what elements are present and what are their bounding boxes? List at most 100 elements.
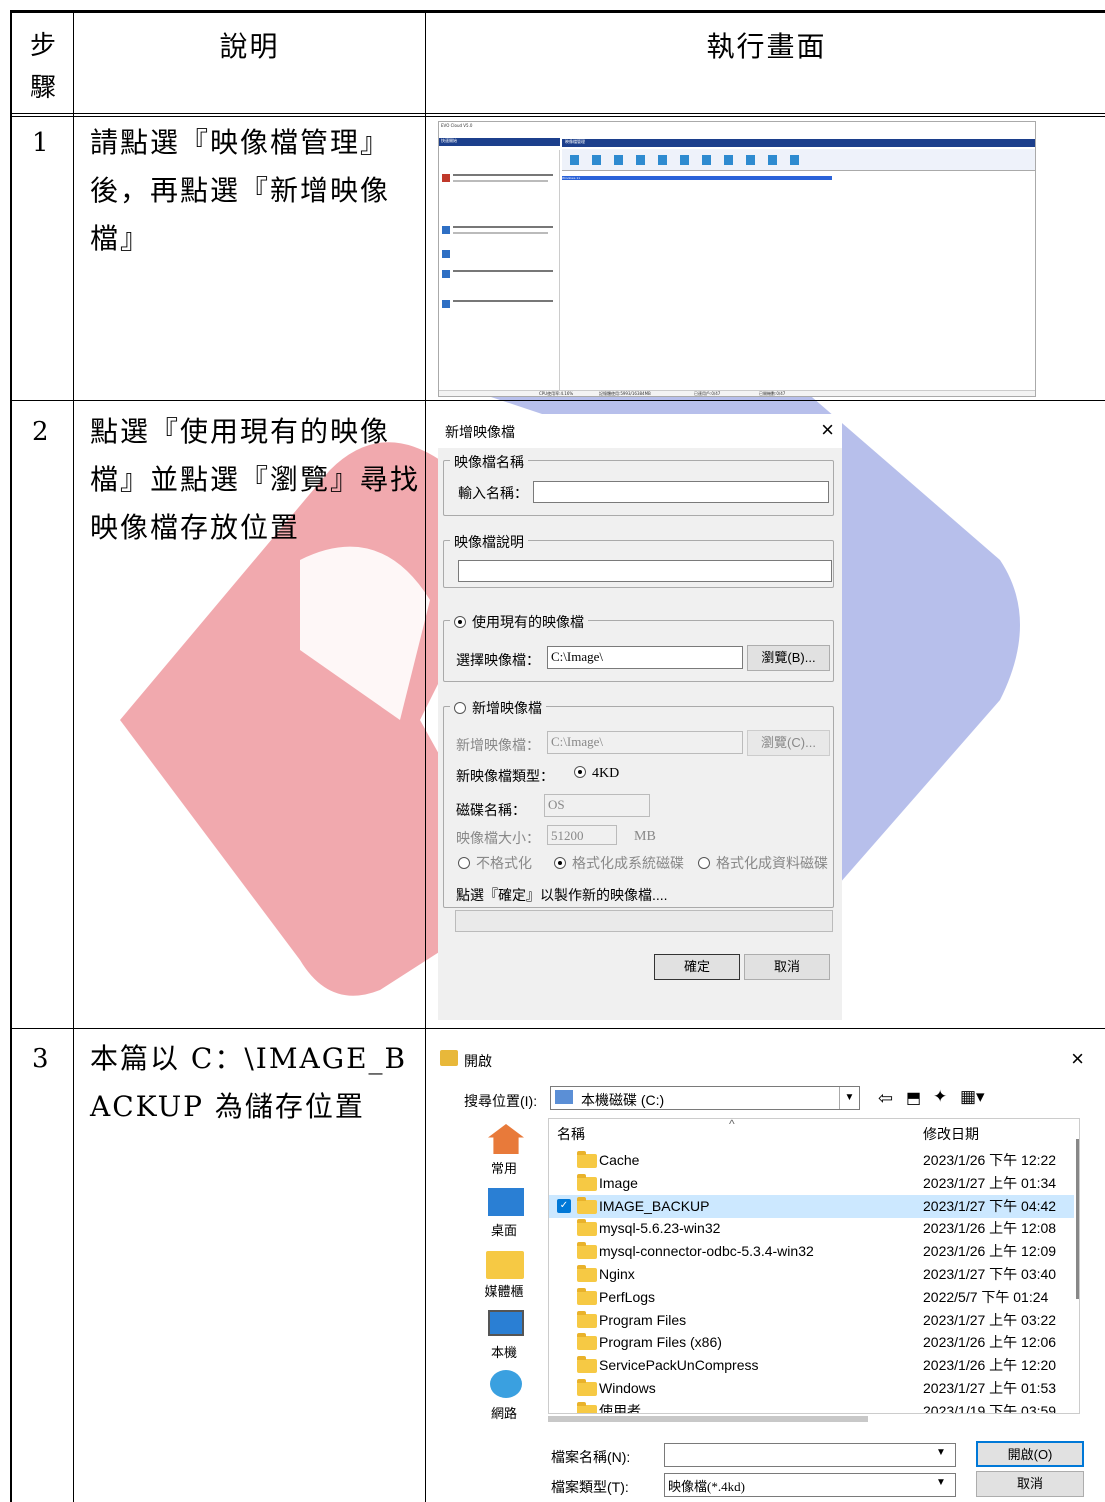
place-recent[interactable]: 常用 bbox=[464, 1158, 544, 1177]
drive-icon bbox=[555, 1090, 573, 1104]
file-date: 2023/1/27 上午 03:22 bbox=[923, 1311, 1057, 1328]
file-name: Image bbox=[599, 1174, 638, 1191]
file-row[interactable]: 使用者 2023/1/19 下午 03:59 bbox=[549, 1400, 1074, 1413]
open-button[interactable]: 開啟(O) bbox=[976, 1441, 1084, 1467]
file-name: Program Files (x86) bbox=[599, 1334, 722, 1351]
browse-c-button[interactable]: 瀏覽(C)... bbox=[747, 730, 830, 756]
horizontal-scrollbar[interactable] bbox=[548, 1416, 868, 1422]
file-list: 名稱 ^ 修改日期 Cache 2023/1/26 下午 12:22 Image 20… bbox=[548, 1118, 1080, 1414]
place-network[interactable]: 網路 bbox=[464, 1403, 544, 1422]
lookin-dropdown[interactable]: 本機磁碟 (C:) ▼ bbox=[550, 1086, 860, 1110]
browse-b-button[interactable]: 瀏覽(B)... bbox=[747, 645, 830, 671]
new-image-group: 新增映像檔 新增映像檔： C:\Image\ 瀏覽(C)... 新映像檔類型： … bbox=[443, 698, 834, 908]
file-row[interactable]: PerfLogs 2022/5/7 下午 01:24 bbox=[549, 1286, 1074, 1309]
desc-group: 映像檔說明 bbox=[443, 532, 834, 588]
file-date: 2023/1/27 下午 03:40 bbox=[923, 1266, 1057, 1282]
selected-image-row[interactable]: Windows 11 bbox=[562, 176, 832, 180]
computer-icon bbox=[488, 1310, 524, 1336]
file-row[interactable]: Image 2023/1/27 上午 01:34 bbox=[549, 1172, 1074, 1195]
file-name: mysql-connector-odbc-5.3.4-win32 bbox=[599, 1243, 814, 1260]
column-divider bbox=[425, 13, 426, 1502]
folder-icon bbox=[577, 1401, 597, 1413]
close-icon[interactable]: × bbox=[821, 417, 834, 443]
up-folder-icon[interactable]: ⬒ bbox=[906, 1088, 921, 1108]
folder-icon bbox=[577, 1265, 597, 1282]
file-name: ServicePackUnCompress bbox=[599, 1357, 759, 1374]
file-row[interactable]: ServicePackUnCompress 2023/1/26 上午 12:20 bbox=[549, 1354, 1074, 1377]
network-icon bbox=[490, 1370, 522, 1398]
name-input[interactable] bbox=[533, 481, 829, 503]
close-icon[interactable]: × bbox=[1071, 1046, 1084, 1072]
chevron-down-icon[interactable]: ▼ bbox=[936, 1447, 946, 1458]
new-folder-icon[interactable]: ✦ bbox=[933, 1087, 947, 1107]
file-row[interactable]: mysql-5.6.23-win32 2023/1/26 上午 12:08 bbox=[549, 1217, 1074, 1240]
file-date: 2023/1/27 上午 01:34 bbox=[923, 1174, 1057, 1191]
radio-empty-icon bbox=[454, 702, 466, 714]
name-group: 映像檔名稱 輸入名稱： bbox=[443, 452, 834, 516]
file-row[interactable]: ✓ IMAGE_BACKUP 2023/1/27 下午 04:42 bbox=[549, 1194, 1074, 1218]
new-path-input[interactable]: C:\Image\ bbox=[547, 731, 743, 754]
back-icon[interactable]: ⇦ bbox=[878, 1088, 893, 1109]
radio-empty-icon bbox=[698, 857, 710, 869]
fmt-sys-radio[interactable]: 格式化成系統磁碟 bbox=[554, 853, 684, 873]
filetype-label: 檔案類型(T): bbox=[551, 1479, 629, 1495]
place-libraries[interactable]: 媒體櫃 bbox=[464, 1281, 544, 1300]
desc-input[interactable] bbox=[458, 560, 832, 582]
size-unit: MB bbox=[634, 829, 656, 844]
cancel-button[interactable]: 取消 bbox=[744, 954, 830, 980]
folder-icon bbox=[577, 1356, 597, 1374]
disk-label: 磁碟名稱： bbox=[456, 802, 526, 818]
place-desktop[interactable]: 桌面 bbox=[464, 1220, 544, 1239]
scrollbar[interactable] bbox=[1076, 1139, 1079, 1299]
file-row[interactable]: Program Files 2023/1/27 上午 03:22 bbox=[549, 1309, 1074, 1332]
fmt-none-radio[interactable]: 不格式化 bbox=[458, 853, 532, 873]
fmt-data-radio[interactable]: 格式化成資料磁碟 bbox=[698, 853, 828, 873]
new-image-dialog: 新增映像檔 × 映像檔名稱 輸入名稱： 映像檔說明 使用現有的映像檔 選擇映像檔… bbox=[438, 414, 842, 1020]
note-text: 點選『確定』以製作新的映像檔.... bbox=[456, 887, 668, 903]
row-description: 本篇以 C：\IMAGE_BACKUP 為儲存位置 bbox=[90, 1042, 408, 1123]
folder-icon bbox=[577, 1310, 597, 1328]
size-input[interactable]: 51200 bbox=[547, 825, 617, 845]
chevron-down-icon[interactable]: ▼ bbox=[839, 1087, 859, 1109]
file-row[interactable]: mysql-connector-odbc-5.3.4-win32 2023/1/2… bbox=[549, 1240, 1074, 1263]
view-menu-icon[interactable]: ▦▾ bbox=[960, 1087, 985, 1107]
filetype-dropdown[interactable]: 映像檔(*.4kd) bbox=[664, 1473, 956, 1497]
file-date: 2023/1/26 下午 12:22 bbox=[923, 1152, 1057, 1168]
library-icon bbox=[486, 1251, 524, 1279]
type-4kd-radio[interactable]: 4KD bbox=[574, 764, 619, 782]
file-name: Windows bbox=[599, 1380, 656, 1396]
file-row[interactable]: Windows 2023/1/27 上午 01:53 bbox=[549, 1377, 1074, 1400]
row-number: 1 bbox=[32, 128, 51, 158]
file-row[interactable]: Cache 2023/1/26 下午 12:22 bbox=[549, 1149, 1074, 1172]
file-date: 2023/1/27 上午 01:53 bbox=[923, 1380, 1057, 1396]
column-name[interactable]: 名稱 bbox=[557, 1124, 585, 1144]
row-description: 點選『使用現有的映像檔』並點選『瀏覽』尋找映像檔存放位置 bbox=[90, 415, 421, 544]
checkbox-checked-icon[interactable]: ✓ bbox=[557, 1198, 571, 1213]
row-number: 3 bbox=[32, 1044, 51, 1074]
new-image-radio[interactable]: 新增映像檔 bbox=[450, 698, 546, 718]
status-bar: CPU使用率:4.16% 記憶體使用:5993/16384MB 已連用戶:0/4… bbox=[439, 390, 1035, 396]
desc-group-title: 映像檔說明 bbox=[450, 532, 528, 552]
file-row[interactable]: Program Files (x86) 2023/1/26 上午 12:06 bbox=[549, 1331, 1074, 1354]
name-label: 輸入名稱： bbox=[458, 485, 528, 501]
column-date[interactable]: 修改日期 bbox=[923, 1124, 979, 1144]
file-date: 2023/1/26 上午 12:20 bbox=[923, 1357, 1057, 1374]
cancel-button[interactable]: 取消 bbox=[976, 1471, 1084, 1497]
file-date: 2023/1/26 上午 12:06 bbox=[923, 1334, 1057, 1351]
select-path-input[interactable]: C:\Image\ bbox=[547, 646, 743, 669]
ok-button[interactable]: 確定 bbox=[654, 954, 740, 980]
filename-input[interactable] bbox=[664, 1443, 956, 1467]
file-name: Nginx bbox=[599, 1266, 635, 1282]
header-description: 說明 bbox=[219, 30, 280, 63]
disk-input[interactable]: OS bbox=[544, 794, 650, 817]
home-icon bbox=[488, 1124, 524, 1154]
evo-cloud-screenshot: EVO Cloud V5.0 快速開始 映像檔管理 Windows 11 CPU… bbox=[438, 121, 1036, 397]
file-date: 2023/1/26 上午 12:08 bbox=[923, 1220, 1057, 1237]
place-computer[interactable]: 本機 bbox=[464, 1342, 544, 1361]
column-divider bbox=[73, 13, 74, 1502]
file-row[interactable]: Nginx 2023/1/27 下午 03:40 bbox=[549, 1263, 1074, 1286]
folder-icon bbox=[577, 1151, 597, 1168]
use-existing-radio[interactable]: 使用現有的映像檔 bbox=[450, 612, 588, 632]
quick-start-panel bbox=[439, 150, 560, 395]
chevron-down-icon[interactable]: ▼ bbox=[936, 1477, 946, 1488]
